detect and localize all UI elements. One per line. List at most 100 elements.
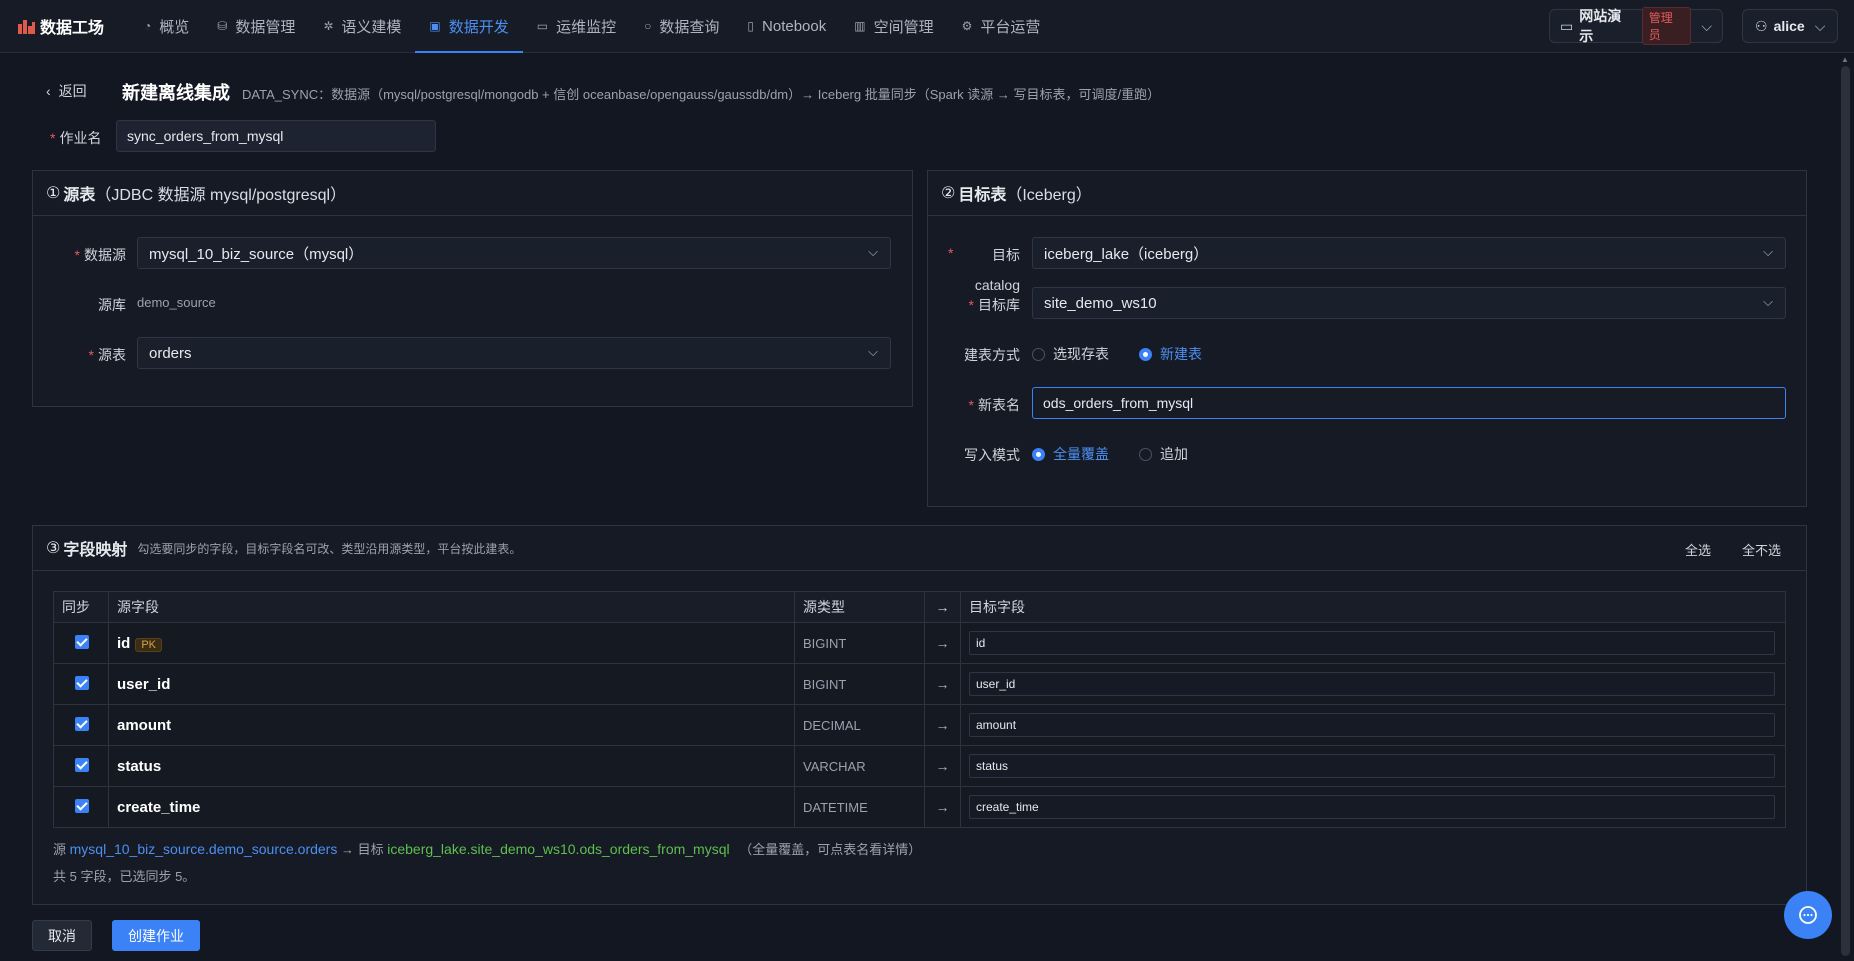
target-catalog-select[interactable]: iceberg_lake（iceberg） ⌵ — [1032, 237, 1786, 269]
nav-item-8[interactable]: ⚙ 平台运营 — [948, 0, 1055, 53]
nav-item-label: 数据查询 — [659, 18, 720, 36]
target-field-cell: user_id — [960, 663, 1786, 705]
radio-icon — [1032, 347, 1045, 361]
nav-item-4[interactable]: ▭ 运维监控 — [523, 0, 630, 53]
datasource-select[interactable]: mysql_10_biz_source（mysql） ⌵ — [137, 237, 891, 269]
nav-item-label: 概览 — [159, 18, 190, 36]
workspace-select[interactable]: ▭ 网站演示 管理员 ⌵ — [1549, 7, 1723, 45]
nav-item-label: 数据开发 — [448, 18, 509, 36]
brand[interactable]: 数据工场 — [18, 14, 130, 38]
arrow-right-icon: → — [924, 663, 961, 705]
user-icon: ⚇ — [1755, 17, 1768, 34]
scroll-up-icon[interactable]: ▲ — [1841, 55, 1849, 64]
create-job-button[interactable]: 创建作业 — [112, 920, 200, 951]
folder-icon: ▭ — [1560, 17, 1574, 34]
nav-item-label: 平台运营 — [980, 18, 1041, 36]
target-field-input[interactable]: create_time — [969, 795, 1775, 819]
target-table-link[interactable]: iceberg_lake.site_demo_ws10.ods_orders_f… — [387, 841, 729, 857]
table-row: status VARCHAR → status — [53, 745, 1786, 787]
semantic-icon: ✲ — [323, 19, 334, 33]
radio-new-table[interactable]: 新建表 — [1139, 344, 1202, 364]
target-field-input[interactable]: user_id — [969, 672, 1775, 696]
brand-name: 数据工场 — [40, 20, 105, 37]
scrollbar[interactable] — [1841, 66, 1850, 956]
gear-icon: ⚙ — [961, 19, 973, 33]
target-field-input[interactable]: status — [969, 754, 1775, 778]
nav-item-label: 语义建模 — [341, 18, 402, 36]
nav-item-6[interactable]: ▯ Notebook — [733, 0, 840, 53]
job-name-input[interactable]: sync_orders_from_mysql — [116, 120, 436, 152]
nav-item-label: 运维监控 — [556, 18, 617, 36]
target-field-input[interactable]: id — [969, 631, 1775, 655]
col-arrow: → — [924, 591, 961, 623]
sync-cell — [53, 704, 109, 746]
select-all-button[interactable]: 全选 — [1685, 540, 1711, 559]
new-table-label: * 新表名 — [968, 397, 1020, 413]
nav-item-7[interactable]: ▥ 空间管理 — [840, 0, 947, 53]
source-field-name: create_time — [117, 798, 201, 816]
select-none-button[interactable]: 全不选 — [1742, 540, 1781, 559]
target-field-cell: id — [960, 622, 1786, 664]
checkbox-checked-icon[interactable] — [75, 757, 89, 772]
field-mapping-table: 同步 源字段 源类型 → 目标字段 id PK BIGINT → id user_id BI… — [53, 591, 1786, 828]
source-card: ① 源表 （JDBC 数据源 mysql/postgresql） * 数据源 mysq… — [32, 170, 913, 407]
user-menu[interactable]: ⚇ alice ⌵ — [1742, 9, 1838, 43]
source-field-cell: amount — [108, 704, 795, 746]
nav-item-2[interactable]: ✲ 语义建模 — [309, 0, 415, 53]
source-field-name: status — [117, 757, 162, 775]
create-mode-label: 建表方式 — [964, 347, 1020, 363]
factory-logo-icon — [18, 18, 36, 34]
source-type: DECIMAL — [794, 704, 925, 746]
source-table-link[interactable]: mysql_10_biz_source.demo_source.orders — [70, 841, 338, 857]
new-table-input[interactable]: ods_orders_from_mysql — [1032, 387, 1786, 419]
cancel-button[interactable]: 取消 — [32, 920, 92, 951]
radio-overwrite[interactable]: 全量覆盖 — [1032, 444, 1109, 464]
dev-icon: ▣ — [429, 19, 441, 33]
radio-append[interactable]: 追加 — [1139, 444, 1188, 464]
pk-badge: PK — [135, 637, 163, 652]
table-header-row: 同步 源字段 源类型 → 目标字段 — [53, 591, 1786, 623]
checkbox-checked-icon[interactable] — [75, 675, 89, 690]
chat-button[interactable] — [1784, 891, 1832, 939]
back-button[interactable]: ‹ 返回 — [46, 81, 87, 101]
nav-item-1[interactable]: ⛁ 数据管理 — [203, 0, 309, 53]
chevron-down-icon: ⌵ — [1701, 17, 1712, 34]
nav-item-0[interactable]: ◔ 概览 — [130, 0, 203, 53]
source-type: VARCHAR — [794, 745, 925, 787]
source-table-select[interactable]: orders ⌵ — [137, 337, 891, 369]
chevron-down-icon: ⌵ — [1814, 17, 1826, 34]
radio-icon — [1139, 447, 1152, 461]
target-field-cell: create_time — [960, 786, 1786, 828]
arrow-right-icon: → — [924, 745, 961, 787]
source-field-cell: user_id — [108, 663, 795, 705]
search-icon: ○ — [644, 19, 652, 33]
sync-cell — [53, 745, 109, 787]
table-row: id PK BIGINT → id — [53, 622, 1786, 664]
target-field-input[interactable]: amount — [969, 713, 1775, 737]
target-field-cell: amount — [960, 704, 1786, 746]
chevron-down-icon: ⌵ — [868, 244, 878, 259]
radio-existing-table[interactable]: 选现存表 — [1032, 344, 1109, 364]
source-db-value: demo_source — [137, 295, 216, 310]
monitor-icon: ▭ — [536, 19, 549, 33]
mapping-summary: 源 mysql_10_biz_source.demo_source.orders… — [53, 841, 922, 857]
source-field-name: user_id — [117, 675, 171, 693]
chevron-down-icon: ⌵ — [1763, 294, 1773, 309]
mapping-card-title: ③ 字段映射 勾选要同步的字段，目标字段名可改、类型沿用源类型，平台按此建表。 全… — [33, 526, 1806, 571]
checkbox-checked-icon[interactable] — [75, 634, 89, 649]
arrow-right-icon: → — [924, 622, 961, 664]
source-field-cell: create_time — [108, 786, 795, 828]
nav-item-label: 数据管理 — [235, 18, 296, 36]
target-db-select[interactable]: site_demo_ws10 ⌵ — [1032, 287, 1786, 319]
table-row: create_time DATETIME → create_time — [53, 786, 1786, 828]
nav-item-5[interactable]: ○ 数据查询 — [630, 0, 733, 53]
source-field-cell: id PK — [108, 622, 795, 664]
chevron-down-icon: ⌵ — [868, 344, 878, 359]
arrow-right-icon: → — [924, 704, 961, 746]
chevron-left-icon: ‹ — [46, 83, 51, 99]
nav-item-3[interactable]: ▣ 数据开发 — [415, 0, 524, 53]
checkbox-checked-icon[interactable] — [75, 716, 89, 731]
mapping-hint: 勾选要同步的字段，目标字段名可改、类型沿用源类型，平台按此建表。 — [137, 541, 522, 556]
source-field-cell: status — [108, 745, 795, 787]
checkbox-checked-icon[interactable] — [75, 798, 89, 813]
